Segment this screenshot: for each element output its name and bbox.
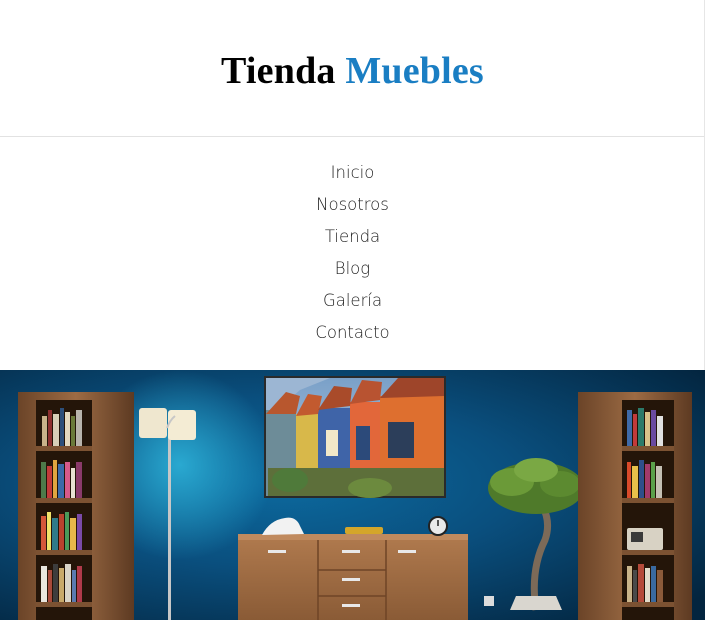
site-logo[interactable]: Tienda Muebles	[221, 49, 484, 93]
nav-link-nosotros[interactable]: Nosotros	[316, 195, 389, 214]
nav-link-blog[interactable]: Blog	[335, 259, 370, 278]
main-navigation: Inicio Nosotros Tienda Blog Galería Cont…	[0, 137, 705, 370]
nav-item-inicio[interactable]: Inicio	[0, 160, 705, 192]
sideboard	[238, 534, 468, 620]
hero-image	[0, 370, 705, 620]
logo-word-tienda: Tienda	[221, 50, 336, 92]
nav-link-contacto[interactable]: Contacto	[315, 323, 389, 342]
right-bookcase	[578, 392, 692, 620]
wall-painting	[264, 376, 446, 498]
nav-item-nosotros[interactable]: Nosotros	[0, 192, 705, 224]
nav-item-blog[interactable]: Blog	[0, 256, 705, 288]
nav-item-contacto[interactable]: Contacto	[0, 320, 705, 352]
nav-link-tienda[interactable]: Tienda	[325, 227, 380, 246]
nav-link-galeria[interactable]: Galería	[323, 291, 382, 310]
logo-word-muebles: Muebles	[345, 50, 484, 92]
nav-link-inicio[interactable]: Inicio	[331, 163, 375, 182]
left-bookcase	[18, 392, 134, 620]
nav-item-galeria[interactable]: Galería	[0, 288, 705, 320]
nav-item-tienda[interactable]: Tienda	[0, 224, 705, 256]
site-header: Tienda Muebles	[0, 0, 705, 137]
